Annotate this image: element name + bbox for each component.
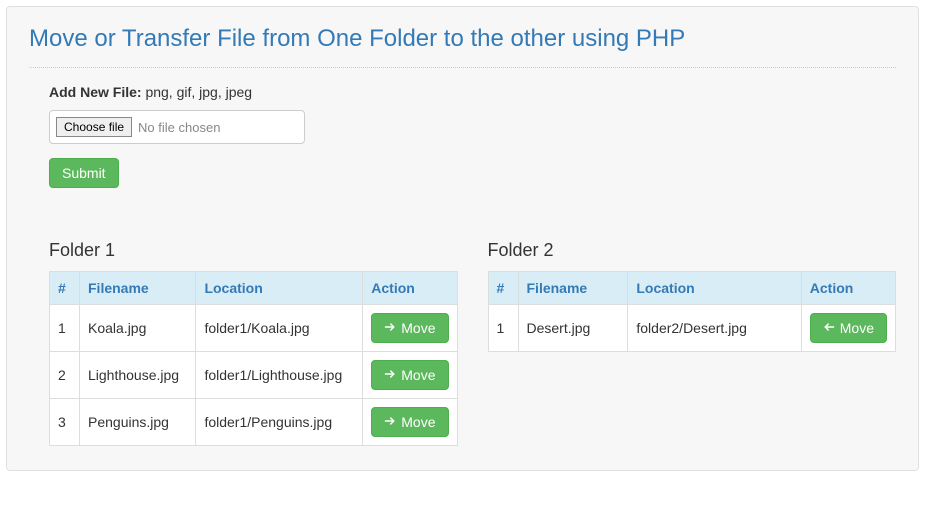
file-table: #FilenameLocationAction1Desert.jpgfolder… (488, 271, 897, 352)
cell-num: 1 (50, 305, 80, 352)
col-location: Location (196, 272, 363, 305)
move-button-label: Move (401, 367, 435, 383)
col-action: Action (363, 272, 457, 305)
folders-row: Folder 1#FilenameLocationAction1Koala.jp… (29, 240, 896, 446)
upload-form: Add New File: png, gif, jpg, jpeg Choose… (29, 84, 896, 188)
arrow-right-icon (384, 414, 396, 430)
col-location: Location (628, 272, 801, 305)
folder-title: Folder 2 (488, 240, 897, 261)
add-file-label-bold: Add New File: (49, 84, 142, 100)
table-row: 2Lighthouse.jpgfolder1/Lighthouse.jpg Mov… (50, 352, 458, 399)
main-panel: Move or Transfer File from One Folder to… (6, 6, 919, 471)
cell-location: folder2/Desert.jpg (628, 305, 801, 352)
move-button-label: Move (401, 320, 435, 336)
page-title: Move or Transfer File from One Folder to… (29, 25, 896, 53)
move-button-label: Move (401, 414, 435, 430)
cell-filename: Penguins.jpg (80, 399, 196, 446)
cell-action: Move (363, 399, 457, 446)
move-button[interactable]: Move (371, 407, 448, 437)
move-button[interactable]: Move (810, 313, 887, 343)
file-chosen-status: No file chosen (138, 120, 220, 135)
move-button[interactable]: Move (371, 360, 448, 390)
divider (29, 67, 896, 68)
move-button[interactable]: Move (371, 313, 448, 343)
file-input[interactable]: Choose file No file chosen (49, 110, 305, 144)
choose-file-button[interactable]: Choose file (56, 117, 132, 137)
file-table: #FilenameLocationAction1Koala.jpgfolder1… (49, 271, 458, 446)
folder-title: Folder 1 (49, 240, 458, 261)
add-file-label-types: png, gif, jpg, jpeg (142, 84, 253, 100)
col-filename: Filename (518, 272, 628, 305)
cell-action: Move (363, 305, 457, 352)
col-filename: Filename (80, 272, 196, 305)
cell-action: Move (801, 305, 895, 352)
cell-location: folder1/Koala.jpg (196, 305, 363, 352)
col-num: # (50, 272, 80, 305)
col-num: # (488, 272, 518, 305)
move-button-label: Move (840, 320, 874, 336)
table-row: 1Desert.jpgfolder2/Desert.jpg Move (488, 305, 896, 352)
table-row: 1Koala.jpgfolder1/Koala.jpg Move (50, 305, 458, 352)
col-action: Action (801, 272, 895, 305)
submit-button[interactable]: Submit (49, 158, 119, 188)
cell-num: 2 (50, 352, 80, 399)
cell-filename: Lighthouse.jpg (80, 352, 196, 399)
arrow-left-icon (823, 320, 835, 336)
cell-filename: Koala.jpg (80, 305, 196, 352)
add-file-label: Add New File: png, gif, jpg, jpeg (49, 84, 896, 100)
cell-num: 1 (488, 305, 518, 352)
cell-location: folder1/Lighthouse.jpg (196, 352, 363, 399)
folder-column: Folder 2#FilenameLocationAction1Desert.j… (488, 240, 897, 446)
arrow-right-icon (384, 367, 396, 383)
folder-column: Folder 1#FilenameLocationAction1Koala.jp… (49, 240, 458, 446)
cell-action: Move (363, 352, 457, 399)
cell-filename: Desert.jpg (518, 305, 628, 352)
arrow-right-icon (384, 320, 396, 336)
cell-num: 3 (50, 399, 80, 446)
submit-button-label: Submit (62, 165, 106, 181)
table-row: 3Penguins.jpgfolder1/Penguins.jpg Move (50, 399, 458, 446)
cell-location: folder1/Penguins.jpg (196, 399, 363, 446)
